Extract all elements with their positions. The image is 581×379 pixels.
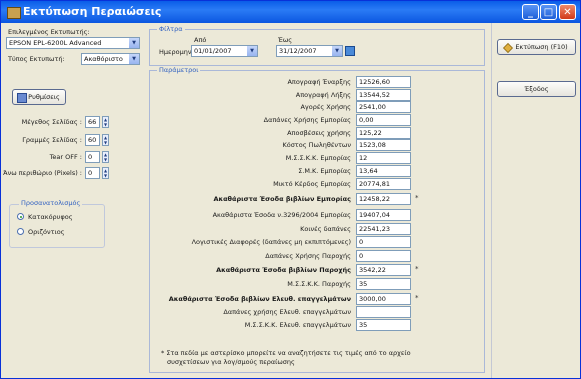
param-label: Ακαθάριστα Έσοδα βιβλίων Εμπορίας bbox=[213, 195, 351, 203]
param-input[interactable]: 0 bbox=[356, 236, 411, 248]
right-separator bbox=[491, 23, 492, 378]
orientation-portrait-radio[interactable] bbox=[17, 213, 24, 220]
title-bar[interactable]: Εκτύπωση Περαιώσεις _ □ ✕ bbox=[1, 1, 580, 23]
chevron-down-icon: ▼ bbox=[129, 38, 139, 48]
param-label: Αποσβέσεις χρήσης bbox=[287, 129, 351, 137]
param-label: Ακαθάριστα Έσοδα ν.3296/2004 Εμπορίας bbox=[212, 211, 351, 219]
close-button[interactable]: ✕ bbox=[559, 4, 576, 20]
chevron-down-icon: ▼ bbox=[247, 46, 257, 56]
chevron-down-icon: ▼ bbox=[332, 46, 342, 56]
param-input[interactable]: 22541,23 bbox=[356, 223, 411, 235]
orientation-legend: Προσανατολισμός bbox=[19, 199, 83, 207]
lookup-star-marker: * bbox=[415, 294, 419, 302]
param-label: Κοινές δαπάνες bbox=[300, 225, 351, 233]
param-input[interactable]: 35 bbox=[356, 319, 411, 331]
param-label: Δαπάνες χρήσης Ελευθ. επαγγελμάτων bbox=[223, 308, 351, 316]
chevron-down-icon: ▼ bbox=[129, 54, 139, 64]
param-label: Ακαθάριστα Έσοδα βιβλίων Ελευθ. επαγγελμ… bbox=[168, 295, 351, 303]
param-input[interactable]: 12526,60 bbox=[356, 76, 411, 88]
to-date-value: 31/12/2007 bbox=[279, 47, 317, 55]
print-button[interactable]: Εκτύπωση (F10) bbox=[497, 39, 576, 55]
top-margin-input[interactable]: 0 bbox=[85, 167, 100, 179]
param-input[interactable]: 3542,22 bbox=[356, 264, 411, 276]
param-label: Λογιστικές Διαφορές (δαπάνες μη εκπιπτόμ… bbox=[191, 238, 351, 246]
dialog-window: Εκτύπωση Περαιώσεις _ □ ✕ Επιλεγμένος Εκ… bbox=[0, 0, 581, 379]
to-date-input[interactable]: 31/12/2007 ▼ bbox=[276, 45, 343, 57]
param-input[interactable]: 12458,22 bbox=[356, 193, 411, 205]
window-title: Εκτύπωση Περαιώσεις bbox=[23, 5, 162, 18]
to-label: Έως bbox=[278, 36, 293, 44]
tear-off-stepper[interactable]: ▲ ▼ bbox=[102, 151, 109, 163]
lookup-star-marker: * bbox=[415, 265, 419, 273]
printer-select[interactable]: EPSON EPL-6200L Advanced ▼ bbox=[6, 37, 140, 49]
orientation-group bbox=[9, 204, 105, 248]
page-size-input[interactable]: 66 bbox=[85, 116, 100, 128]
print-button-label: Εκτύπωση (F10) bbox=[515, 43, 568, 51]
footnote-line-1: * Στα πεδία με αστερίσκο μπορείτε να ανα… bbox=[161, 349, 411, 357]
param-input[interactable]: 19407,04 bbox=[356, 209, 411, 221]
param-input[interactable]: 1523,08 bbox=[356, 139, 411, 151]
param-label: Μ.Σ.Σ.Κ.Κ. Παροχής bbox=[287, 280, 351, 288]
param-input[interactable]: 20774,81 bbox=[356, 178, 411, 190]
lookup-star-marker: * bbox=[415, 194, 419, 202]
filters-legend: Φίλτρα bbox=[157, 25, 185, 33]
page-size-stepper[interactable]: ▲ ▼ bbox=[102, 116, 109, 128]
orientation-landscape-label: Οριζόντιος bbox=[28, 228, 65, 236]
printer-type-label: Τύπος Εκτυπωτή: bbox=[8, 55, 65, 63]
orientation-landscape-radio[interactable] bbox=[17, 228, 24, 235]
footnote-line-2: συσχετίσεων για λογ/σμούς περαίωσης bbox=[167, 358, 295, 366]
page-lines-stepper[interactable]: ▲ ▼ bbox=[102, 134, 109, 146]
printer-type-value: Ακαθόριστο bbox=[84, 55, 123, 63]
exit-button[interactable]: Έξοδος bbox=[497, 81, 576, 97]
param-input[interactable]: 12 bbox=[356, 152, 411, 164]
param-label: Αγορές Χρήσης bbox=[300, 103, 351, 111]
calendar-icon[interactable] bbox=[345, 46, 355, 56]
minimize-button[interactable]: _ bbox=[522, 4, 539, 20]
param-label: Μικτό Κέρδος Εμπορίας bbox=[273, 180, 351, 188]
tear-off-label: Tear OFF : bbox=[49, 153, 82, 161]
param-label: Δαπάνες Χρήσης Παροχής bbox=[265, 252, 351, 260]
tear-off-input[interactable]: 0 bbox=[85, 151, 100, 163]
param-input[interactable]: 0,00 bbox=[356, 114, 411, 126]
param-label: Κόστος Πωληθέντων bbox=[282, 141, 351, 149]
param-input[interactable]: 3000,00 bbox=[356, 293, 411, 305]
settings-button-label: Ρυθμίσεις bbox=[28, 93, 60, 101]
top-margin-stepper[interactable]: ▲ ▼ bbox=[102, 167, 109, 179]
from-date-input[interactable]: 01/01/2007 ▼ bbox=[191, 45, 258, 57]
param-label: Σ.Μ.Κ. Εμπορίας bbox=[298, 167, 351, 175]
param-input[interactable]: 0 bbox=[356, 250, 411, 262]
param-input[interactable]: 2541,00 bbox=[356, 101, 411, 113]
param-input[interactable]: 13,64 bbox=[356, 165, 411, 177]
param-input[interactable]: 35 bbox=[356, 278, 411, 290]
page-lines-input[interactable]: 60 bbox=[85, 134, 100, 146]
param-label: Δαπάνες Χρήσης Εμπορίας bbox=[263, 116, 351, 124]
printer-value: EPSON EPL-6200L Advanced bbox=[9, 39, 102, 47]
param-input[interactable] bbox=[356, 306, 411, 318]
param-label: Ακαθάριστα Έσοδα βιβλίων Παροχής bbox=[216, 266, 351, 274]
param-label: Απογραφή Έναρξης bbox=[287, 78, 351, 86]
params-legend: Παράμετροι bbox=[157, 66, 201, 74]
printer-icon bbox=[17, 93, 27, 103]
page-lines-label: Γραμμές Σελίδας : bbox=[22, 136, 82, 144]
app-icon bbox=[7, 7, 21, 19]
printer-label: Επιλεγμένος Εκτυπωτής: bbox=[8, 28, 90, 36]
param-label: Απογραφή Λήξης bbox=[295, 91, 351, 99]
param-label: Μ.Σ.Σ.Κ.Κ. Εμπορίας bbox=[285, 154, 351, 162]
printer-type-select[interactable]: Ακαθόριστο ▼ bbox=[81, 53, 140, 65]
orientation-portrait-label: Κατακόρυφος bbox=[28, 213, 73, 221]
top-margin-label: Άνω περιθώριο (Pixels) : bbox=[3, 169, 82, 177]
pencil-icon bbox=[503, 43, 513, 53]
page-size-label: Μέγεθος Σελίδας : bbox=[21, 118, 82, 126]
settings-button[interactable]: Ρυθμίσεις bbox=[12, 89, 66, 105]
param-input[interactable]: 13544,52 bbox=[356, 89, 411, 101]
from-date-value: 01/01/2007 bbox=[194, 47, 232, 55]
from-label: Από bbox=[194, 36, 207, 44]
param-input[interactable]: 125,22 bbox=[356, 127, 411, 139]
param-label: Μ.Σ.Σ.Κ.Κ. Ελευθ. επαγγελμάτων bbox=[244, 321, 351, 329]
maximize-button[interactable]: □ bbox=[540, 4, 557, 20]
